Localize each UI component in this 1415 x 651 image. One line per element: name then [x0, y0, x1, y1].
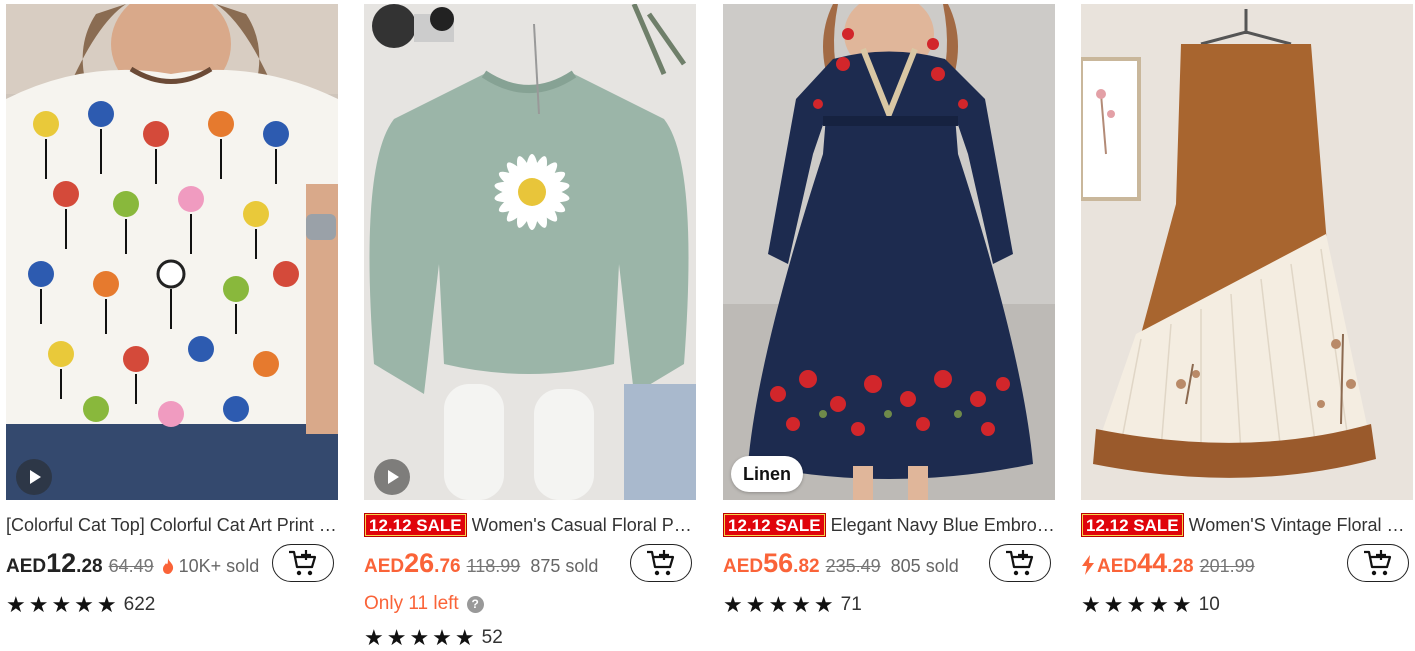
product-card[interactable]: [Colorful Cat Top] Colorful Cat Art Prin… — [6, 0, 338, 651]
price-currency: AED — [364, 556, 405, 577]
original-price: 201.99 — [1199, 556, 1255, 576]
star-rating: ★★★★★ — [723, 592, 837, 617]
rating: ★★★★★ 52 — [364, 626, 503, 650]
add-to-cart-button[interactable] — [989, 544, 1051, 582]
review-count: 52 — [481, 627, 503, 648]
sale-badge: 12.12 SALE — [1081, 513, 1184, 537]
product-card[interactable]: 12.12 SALE Women's Casual Floral Print S… — [364, 0, 696, 651]
price-integer: 44 — [1137, 548, 1168, 578]
product-title[interactable]: 12.12 SALE Women'S Vintage Floral Skirt — [1081, 512, 1413, 538]
rating: ★★★★★ 622 — [6, 593, 155, 617]
add-to-cart-button[interactable] — [272, 544, 334, 582]
product-card[interactable]: Linen 12.12 SALE Elegant Navy Blue Embro… — [723, 0, 1055, 651]
product-image[interactable] — [364, 4, 696, 500]
flame-icon — [162, 558, 173, 574]
sweatshirt-photo — [364, 4, 696, 500]
star-rating: ★★★★★ — [1081, 592, 1195, 617]
price-integer: 56 — [763, 548, 794, 578]
product-grid: [Colorful Cat Top] Colorful Cat Art Prin… — [0, 0, 1415, 651]
sale-badge: 12.12 SALE — [723, 513, 826, 537]
vintage-skirt-photo — [1081, 4, 1413, 500]
price-decimal: .28 — [1167, 556, 1194, 577]
add-to-cart-button[interactable] — [1347, 544, 1409, 582]
price-currency: AED — [6, 556, 47, 577]
navy-dress-photo — [723, 4, 1055, 500]
product-image[interactable]: Linen — [723, 4, 1055, 500]
cat-top-photo — [6, 4, 338, 500]
product-card[interactable]: 12.12 SALE Women'S Vintage Floral Skirt … — [1081, 0, 1413, 651]
rating: ★★★★★ 71 — [723, 593, 862, 617]
product-image[interactable] — [1081, 4, 1413, 500]
sold-count: 10K+ sold — [178, 556, 260, 576]
sale-badge: 12.12 SALE — [364, 513, 467, 537]
question-icon[interactable]: ? — [466, 595, 484, 613]
original-price: 118.99 — [466, 556, 521, 576]
original-price: 64.49 — [108, 556, 154, 576]
product-title[interactable]: 12.12 SALE Elegant Navy Blue Embroidered… — [723, 512, 1055, 538]
original-price: 235.49 — [825, 556, 881, 576]
price-integer: 26 — [404, 548, 435, 578]
play-icon[interactable] — [374, 459, 410, 495]
low-stock-note: Only 11 left ? — [364, 592, 484, 616]
review-count: 71 — [840, 594, 862, 615]
play-icon[interactable] — [16, 459, 52, 495]
star-rating: ★★★★★ — [364, 625, 478, 650]
rating: ★★★★★ 10 — [1081, 593, 1220, 617]
star-rating: ★★★★★ — [6, 592, 120, 617]
add-to-cart-icon — [1364, 550, 1392, 576]
review-count: 622 — [123, 594, 156, 615]
add-to-cart-icon — [647, 550, 675, 576]
add-to-cart-icon — [289, 550, 317, 576]
review-count: 10 — [1198, 594, 1220, 615]
add-to-cart-icon — [1006, 550, 1034, 576]
price-decimal: .82 — [793, 556, 820, 577]
sold-count: 805 sold — [890, 556, 959, 576]
material-tag: Linen — [731, 456, 803, 492]
price-integer: 12 — [46, 548, 77, 578]
product-image[interactable] — [6, 4, 338, 500]
product-title[interactable]: 12.12 SALE Women's Casual Floral Print S… — [364, 512, 696, 538]
price-currency: AED — [1097, 556, 1138, 577]
price-decimal: .76 — [434, 556, 461, 577]
price-decimal: .28 — [76, 556, 103, 577]
add-to-cart-button[interactable] — [630, 544, 692, 582]
product-title[interactable]: [Colorful Cat Top] Colorful Cat Art Prin… — [6, 512, 338, 538]
price-currency: AED — [723, 556, 764, 577]
sold-count: 875 sold — [530, 556, 599, 576]
lightning-bolt-icon — [1082, 555, 1094, 575]
